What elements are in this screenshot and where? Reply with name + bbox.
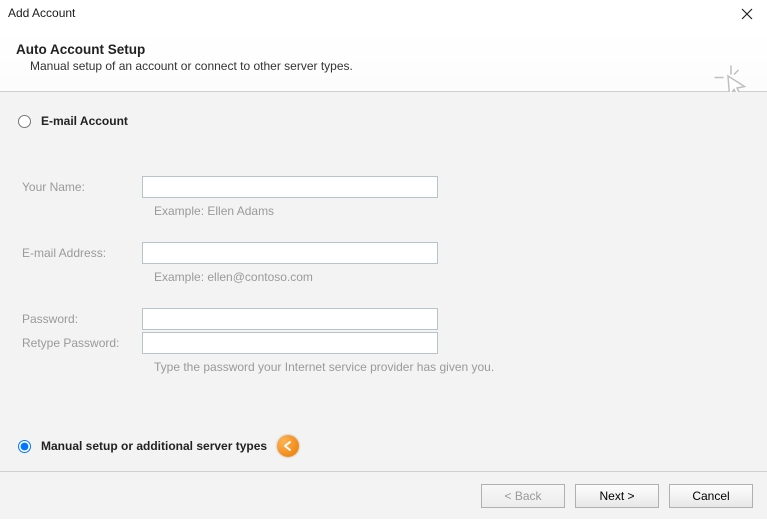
header-title: Auto Account Setup bbox=[16, 42, 751, 57]
your-name-label: Your Name: bbox=[18, 180, 142, 194]
email-account-label: E-mail Account bbox=[41, 114, 128, 128]
retype-password-label: Retype Password: bbox=[18, 336, 142, 350]
header-subtitle: Manual setup of an account or connect to… bbox=[30, 59, 751, 73]
wizard-body: E-mail Account Your Name: Example: Ellen… bbox=[0, 92, 767, 471]
manual-setup-option[interactable]: Manual setup or additional server types bbox=[18, 435, 299, 457]
password-hint: Type the password your Internet service … bbox=[154, 360, 494, 374]
email-input[interactable] bbox=[142, 242, 438, 264]
manual-setup-radio[interactable] bbox=[18, 440, 31, 453]
password-label: Password: bbox=[18, 312, 142, 326]
window-title: Add Account bbox=[8, 6, 75, 20]
arrow-left-icon bbox=[282, 440, 294, 452]
your-name-example: Example: Ellen Adams bbox=[154, 204, 274, 218]
email-account-radio[interactable] bbox=[18, 115, 31, 128]
email-account-option[interactable]: E-mail Account bbox=[18, 114, 749, 128]
wizard-footer: < Back Next > Cancel bbox=[0, 471, 767, 519]
your-name-input[interactable] bbox=[142, 176, 438, 198]
close-icon bbox=[741, 8, 753, 20]
next-button[interactable]: Next > bbox=[575, 484, 659, 508]
titlebar: Add Account bbox=[0, 0, 767, 28]
close-button[interactable] bbox=[737, 4, 757, 24]
email-label: E-mail Address: bbox=[18, 246, 142, 260]
retype-password-input[interactable] bbox=[142, 332, 438, 354]
wizard-header: Auto Account Setup Manual setup of an ac… bbox=[0, 28, 767, 91]
highlight-badge bbox=[277, 435, 299, 457]
email-fields-group: Your Name: Example: Ellen Adams E-mail A… bbox=[18, 176, 749, 374]
back-button[interactable]: < Back bbox=[481, 484, 565, 508]
email-example: Example: ellen@contoso.com bbox=[154, 270, 313, 284]
add-account-dialog: Add Account Auto Account Setup Manual se… bbox=[0, 0, 767, 521]
manual-setup-label: Manual setup or additional server types bbox=[41, 439, 267, 453]
cancel-button[interactable]: Cancel bbox=[669, 484, 753, 508]
password-input[interactable] bbox=[142, 308, 438, 330]
